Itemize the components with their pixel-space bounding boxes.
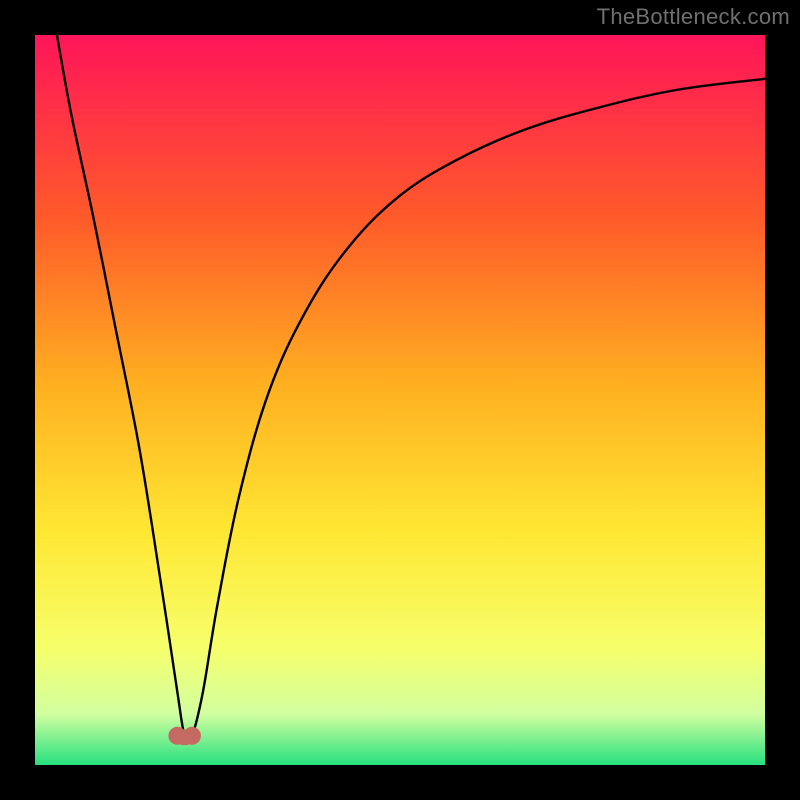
bottleneck-chart (35, 35, 765, 765)
chart-frame: TheBottleneck.com (0, 0, 800, 800)
gradient-background (35, 35, 765, 765)
watermark-label: TheBottleneck.com (597, 4, 790, 30)
marker-min-right (183, 727, 201, 745)
